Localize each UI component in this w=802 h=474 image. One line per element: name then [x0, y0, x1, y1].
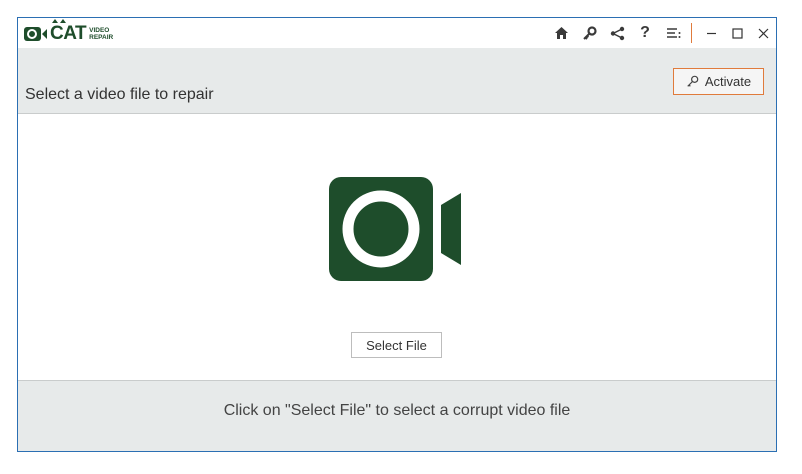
maximize-button[interactable] — [724, 18, 750, 48]
key-icon — [582, 25, 597, 40]
home-icon — [554, 27, 568, 39]
minimize-button[interactable] — [698, 18, 724, 48]
footer-panel: Click on "Select File" to select a corru… — [18, 380, 776, 451]
help-button[interactable]: ? — [631, 18, 659, 48]
minimize-icon — [706, 32, 716, 34]
key-button[interactable] — [575, 18, 603, 48]
menu-button[interactable] — [659, 18, 687, 48]
logo-subtext: VIDEO REPAIR — [89, 27, 113, 41]
activate-button[interactable]: Activate — [673, 68, 764, 95]
menu-icon — [666, 28, 680, 38]
logo-sub-video: VIDEO — [89, 27, 110, 34]
maximize-icon — [731, 27, 743, 39]
title-toolbar: ? — [547, 18, 776, 48]
toolbar-divider — [691, 23, 692, 43]
logo-camera-icon — [24, 27, 41, 41]
close-button[interactable] — [750, 18, 776, 48]
logo-text: CAT — [50, 19, 87, 44]
home-button[interactable] — [547, 18, 575, 48]
title-bar: CAT VIDEO REPAIR ? — [18, 18, 776, 48]
key-icon — [687, 75, 699, 87]
logo-sub-repair: REPAIR — [89, 34, 114, 41]
activate-label: Activate — [704, 74, 752, 89]
share-icon — [610, 26, 624, 40]
main-panel: Select File — [18, 115, 776, 380]
logo-lens-icon — [42, 29, 47, 39]
app-window: CAT VIDEO REPAIR ? Select a video file t… — [17, 17, 777, 452]
page-title: Select a video file to repair — [25, 86, 214, 103]
select-file-button[interactable]: Select File — [351, 332, 442, 358]
footer-hint: Click on "Select File" to select a corru… — [223, 402, 571, 419]
help-icon: ? — [640, 24, 650, 41]
header-panel: Select a video file to repair Activate — [18, 48, 776, 114]
close-icon — [758, 28, 768, 38]
share-button[interactable] — [603, 18, 631, 48]
app-logo: CAT VIDEO REPAIR — [24, 19, 113, 45]
video-camera-icon — [329, 177, 465, 286]
